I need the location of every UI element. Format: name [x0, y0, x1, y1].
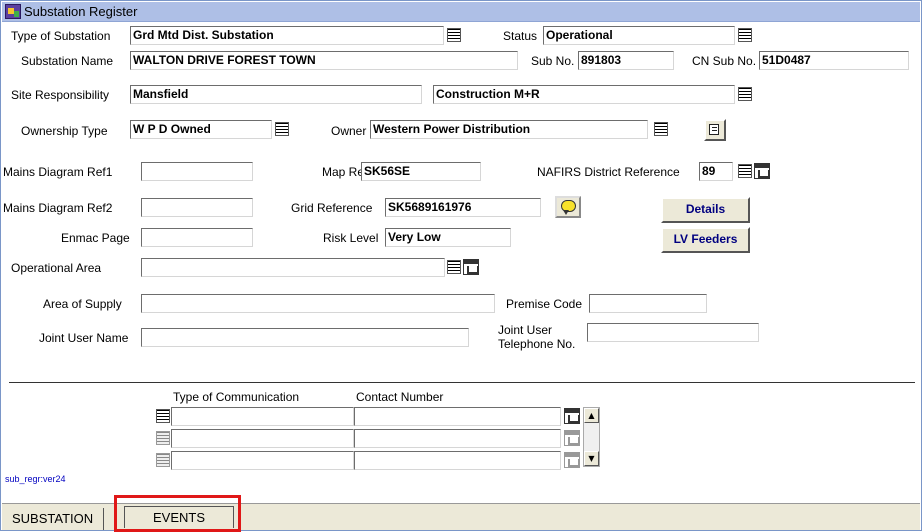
enmac-page-field[interactable]	[141, 228, 253, 247]
site-responsibility-team-field[interactable]: Construction M+R	[433, 85, 735, 104]
joint-user-name-label: Joint User Name	[39, 331, 129, 345]
tab-bar: SUBSTATION EVENTS	[2, 503, 920, 530]
type-of-substation-field[interactable]: Grd Mtd Dist. Substation	[130, 26, 444, 45]
version-label: sub_regr:ver24	[5, 474, 66, 484]
joint-user-name-field[interactable]	[141, 328, 469, 347]
operational-area-field[interactable]	[141, 258, 445, 277]
tab-events[interactable]: EVENTS	[124, 506, 234, 528]
ownership-type-label: Ownership Type	[21, 124, 108, 138]
comm-row3-calendar-icon[interactable]	[564, 452, 580, 468]
area-of-supply-field[interactable]	[141, 294, 495, 313]
grid-reference-field[interactable]: SK5689161976	[385, 198, 541, 217]
scroll-up-icon[interactable]: ▲	[584, 408, 599, 423]
risk-level-field[interactable]: Very Low	[385, 228, 511, 247]
title-bar: Substation Register	[2, 2, 920, 22]
map-ref-field[interactable]: SK56SE	[361, 162, 481, 181]
comm-row3-list-icon[interactable]	[156, 453, 170, 467]
comms-scrollbar[interactable]: ▲ ▼	[583, 407, 600, 467]
type-of-substation-label: Type of Substation	[11, 29, 111, 43]
app-icon	[5, 4, 21, 19]
tab-substation[interactable]: SUBSTATION	[2, 508, 105, 530]
grid-reference-comment-button[interactable]	[555, 196, 581, 218]
status-list-icon[interactable]	[738, 28, 752, 42]
site-responsibility-label: Site Responsibility	[11, 88, 110, 102]
comm-row1-type-field[interactable]	[171, 407, 354, 426]
owner-label: Owner	[331, 124, 367, 138]
substation-name-field[interactable]: WALTON DRIVE FOREST TOWN	[130, 51, 518, 70]
owner-list-icon[interactable]	[654, 122, 668, 136]
comm-row2-type-field[interactable]	[171, 429, 354, 448]
sub-no-label: Sub No.	[531, 54, 575, 68]
comm-row3-number-field[interactable]	[354, 451, 561, 470]
substation-name-label: Substation Name	[21, 54, 114, 68]
joint-user-tel-label-line1: Joint User	[498, 323, 553, 337]
site-responsibility-list-icon[interactable]	[738, 87, 752, 101]
cn-sub-no-label: CN Sub No.	[692, 54, 757, 68]
grid-reference-label: Grid Reference	[291, 201, 373, 215]
ownership-type-list-icon[interactable]	[275, 122, 289, 136]
sub-no-field[interactable]: 891803	[578, 51, 674, 70]
nafirs-list-icon[interactable]	[738, 164, 752, 178]
window-title: Substation Register	[24, 4, 138, 19]
substation-form: Type of Substation Grd Mtd Dist. Substat…	[3, 23, 915, 499]
status-field[interactable]: Operational	[543, 26, 735, 45]
comm-row1-calendar-icon[interactable]	[564, 408, 580, 424]
operational-area-calendar-icon[interactable]	[463, 259, 479, 275]
type-of-communication-header: Type of Communication	[173, 390, 300, 404]
substation-register-window: Substation Register Type of Substation G…	[0, 0, 922, 532]
mains-diagram-ref1-label: Mains Diagram Ref1	[3, 165, 113, 179]
comm-row2-number-field[interactable]	[354, 429, 561, 448]
operational-area-list-icon[interactable]	[447, 260, 461, 274]
comm-row3-type-field[interactable]	[171, 451, 354, 470]
operational-area-label: Operational Area	[11, 261, 102, 275]
comm-row1-list-icon[interactable]	[156, 409, 170, 423]
enmac-page-label: Enmac Page	[61, 231, 130, 245]
owner-details-button[interactable]	[704, 119, 726, 141]
joint-user-tel-field[interactable]	[587, 323, 759, 342]
ownership-type-field[interactable]: W P D Owned	[130, 120, 272, 139]
area-of-supply-label: Area of Supply	[43, 297, 122, 311]
lv-feeders-button[interactable]: LV Feeders	[661, 227, 750, 253]
mains-diagram-ref1-field[interactable]	[141, 162, 253, 181]
joint-user-tel-label-line2: Telephone No.	[498, 337, 576, 351]
comm-row1-number-field[interactable]	[354, 407, 561, 426]
scroll-down-icon[interactable]: ▼	[584, 451, 599, 466]
owner-field[interactable]: Western Power Distribution	[370, 120, 648, 139]
nafirs-label: NAFIRS District Reference	[537, 165, 680, 179]
cn-sub-no-field[interactable]: 51D0487	[759, 51, 909, 70]
mains-diagram-ref2-field[interactable]	[141, 198, 253, 217]
type-of-substation-list-icon[interactable]	[447, 28, 461, 42]
status-label: Status	[503, 29, 538, 43]
nafirs-calendar-icon[interactable]	[754, 163, 770, 179]
premise-code-field[interactable]	[589, 294, 707, 313]
site-responsibility-field[interactable]: Mansfield	[130, 85, 422, 104]
nafirs-field[interactable]: 89	[699, 162, 733, 181]
section-divider	[9, 382, 915, 383]
mains-diagram-ref2-label: Mains Diagram Ref2	[3, 201, 113, 215]
contact-number-header: Contact Number	[356, 390, 444, 404]
details-button[interactable]: Details	[661, 197, 750, 223]
comm-row2-calendar-icon[interactable]	[564, 430, 580, 446]
comm-row2-list-icon[interactable]	[156, 431, 170, 445]
risk-level-label: Risk Level	[323, 231, 379, 245]
document-icon	[709, 124, 719, 135]
premise-code-label: Premise Code	[506, 297, 583, 311]
